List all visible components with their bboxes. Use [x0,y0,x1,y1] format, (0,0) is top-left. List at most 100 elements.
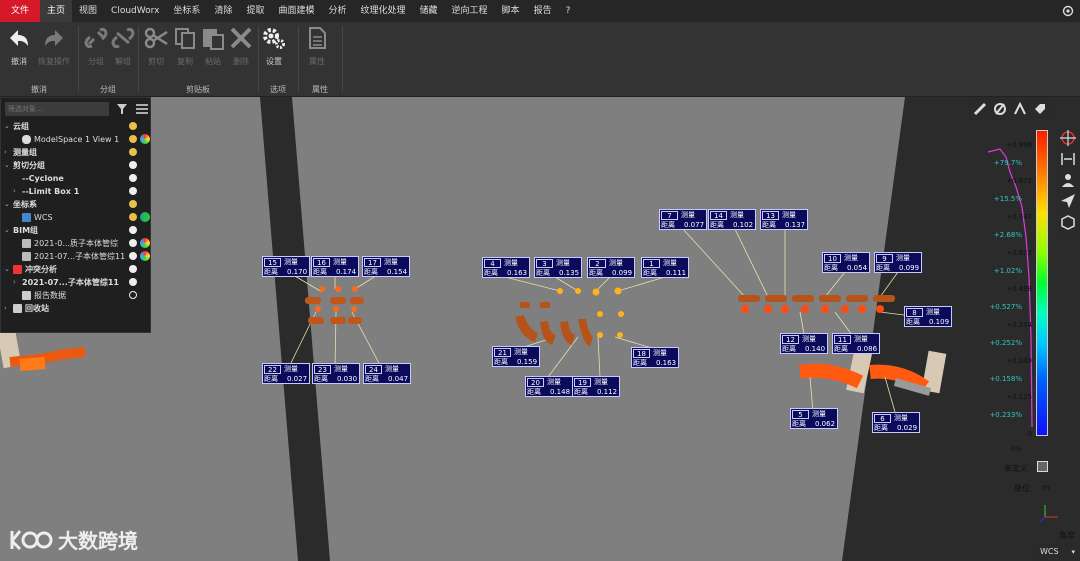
measurement-label[interactable]: 14 测量 距离 0.102 [708,209,756,230]
3d-viewport[interactable]: 大数跨境 1 测量 距离 0.111 2 测量 距离 0.099 3 测量 距离 0.135 4 测量 距离… [0,97,1080,561]
tree-item[interactable]: ⌄ 坐标系 [1,198,150,211]
chevron-right-icon[interactable]: › [13,185,16,198]
key-icon[interactable] [129,148,137,156]
ruler-icon[interactable] [973,102,987,116]
search-icon[interactable] [129,291,137,299]
tree-item[interactable]: ModelSpace 1 View 1 [1,133,150,146]
chevron-down-icon[interactable]: ⌄ [4,224,10,237]
bulb-icon[interactable] [129,252,137,260]
tree-item[interactable]: 报告数据 [1,289,150,302]
tree-item[interactable]: › 2021-07...子本体管综11 [1,276,150,289]
measurement-label[interactable]: 4 测量 距离 0.163 [482,257,530,278]
key-icon[interactable] [129,122,137,130]
menu-item[interactable]: 储藏 [413,0,445,22]
restore-window-icon[interactable] [1062,5,1074,17]
menu-item[interactable]: 逆向工程 [445,0,495,22]
bulb-icon[interactable] [129,265,137,273]
undo-button[interactable]: 撤消 [4,26,34,67]
tree-item[interactable]: ⌄ 云组 [1,120,150,133]
measurement-label[interactable]: 10 测量 距离 0.054 [822,252,870,273]
menu-item[interactable]: 纹理化处理 [354,0,413,22]
filter-icon[interactable] [117,104,127,114]
measurement-label[interactable]: 12 测量 距离 0.140 [780,333,828,354]
tag-icon[interactable] [1033,102,1047,116]
measurement-label[interactable]: 3 测量 距离 0.135 [534,257,582,278]
tree-item[interactable]: 2021-07...子本体管综11 [1,250,150,263]
color-mode-icon[interactable] [140,251,150,261]
measurement-label[interactable]: 13 测量 距离 0.137 [760,209,808,230]
group-button[interactable]: 分组 [81,26,111,67]
menu-item[interactable]: 提取 [239,0,271,22]
bulb-icon[interactable] [129,278,137,286]
bulb-icon[interactable] [129,187,137,195]
tree-item[interactable]: --Cyclone [1,172,150,185]
chevron-down-icon[interactable]: ⌄ [4,159,10,172]
measurement-label[interactable]: 6 测量 距离 0.029 [872,412,920,433]
cut-button[interactable]: 剪切 [141,26,171,67]
coordinate-system-selector[interactable]: WCS ▾ [1030,543,1080,561]
chevron-down-icon[interactable]: ⌄ [4,198,10,211]
copy-button[interactable]: 复制 [170,26,200,67]
tree-item[interactable]: › --Limit Box 1 [1,185,150,198]
measurement-label[interactable]: 2 测量 距离 0.099 [587,257,635,278]
measurement-label[interactable]: 8 测量 距离 0.109 [904,306,952,327]
color-mode-icon[interactable] [140,212,150,222]
tree-item[interactable]: ⌄ BIM组 [1,224,150,237]
measurement-label[interactable]: 15 测量 距离 0.170 [262,256,310,277]
measurement-label[interactable]: 23 测量 距离 0.030 [312,363,360,384]
menu-item[interactable]: ? [559,0,578,22]
menu-item[interactable]: 报告 [527,0,559,22]
menu-item[interactable]: 坐标系 [166,0,207,22]
measurement-label[interactable]: 16 测量 距离 0.174 [311,256,359,277]
key-icon[interactable] [129,213,137,221]
tree-filter-input[interactable] [5,102,109,116]
properties-button[interactable]: 属性 [302,26,332,67]
ungroup-button[interactable]: 解组 [108,26,138,67]
measurement-label[interactable]: 21 测量 距离 0.159 [492,346,540,367]
tree-item[interactable]: ⌄ 冲突分析 [1,263,150,276]
menu-item[interactable]: CloudWorx [104,0,166,22]
measurement-label[interactable]: 5 测量 距离 0.062 [790,408,838,429]
menu-item[interactable]: 分析 [321,0,353,22]
bulb-icon[interactable] [129,161,137,169]
color-mode-icon[interactable] [140,238,150,248]
angle-tool-icon[interactable] [1013,102,1027,116]
measure-tool-icon[interactable] [993,102,1007,116]
measurement-label[interactable]: 22 测量 距离 0.027 [262,363,310,384]
chevron-right-icon[interactable]: › [13,276,16,289]
key-icon[interactable] [129,135,137,143]
undefined-checkbox[interactable] [1037,461,1048,472]
measurement-label[interactable]: 20 测量 距离 0.148 [525,376,573,397]
menu-item[interactable]: 曲面建模 [271,0,321,22]
menu-file[interactable]: 文件 [0,0,41,22]
chevron-right-icon[interactable]: › [4,302,7,315]
measurement-label[interactable]: 7 测量 距离 0.077 [659,209,707,230]
measurement-label[interactable]: 19 测量 距离 0.112 [572,376,620,397]
chevron-down-icon[interactable]: ⌄ [4,263,10,276]
bulb-icon[interactable] [129,174,137,182]
measurement-label[interactable]: 17 测量 距离 0.154 [362,256,410,277]
menu-item[interactable]: 视图 [72,0,104,22]
measurement-label[interactable]: 18 测量 距离 0.163 [631,347,679,368]
menu-item[interactable]: 清除 [207,0,239,22]
paste-button[interactable]: 粘贴 [198,26,228,67]
color-mode-icon[interactable] [140,134,150,144]
key-icon[interactable] [129,200,137,208]
measurement-label[interactable]: 1 测量 距离 0.111 [641,257,689,278]
tree-item[interactable]: › 回收站 [1,302,150,315]
redo-button[interactable]: 恢复操作 [36,26,72,67]
measurement-label[interactable]: 11 测量 距离 0.086 [832,333,880,354]
delete-button[interactable]: 删除 [226,26,256,67]
measurement-label[interactable]: 24 测量 距离 0.047 [363,363,411,384]
tree-item[interactable]: › 测量组 [1,146,150,159]
menu-item[interactable]: 脚本 [495,0,527,22]
menu-item[interactable]: 主页 [40,0,73,22]
list-menu-icon[interactable] [136,104,148,114]
bulb-icon[interactable] [129,239,137,247]
bulb-icon[interactable] [129,226,137,234]
chevron-right-icon[interactable]: › [4,146,7,159]
settings-button[interactable]: 设置 [259,26,289,67]
tree-item[interactable]: WCS [1,211,150,224]
tree-item[interactable]: 2021-0...质子本体管综 [1,237,150,250]
tree-item[interactable]: ⌄ 剪切分组 [1,159,150,172]
